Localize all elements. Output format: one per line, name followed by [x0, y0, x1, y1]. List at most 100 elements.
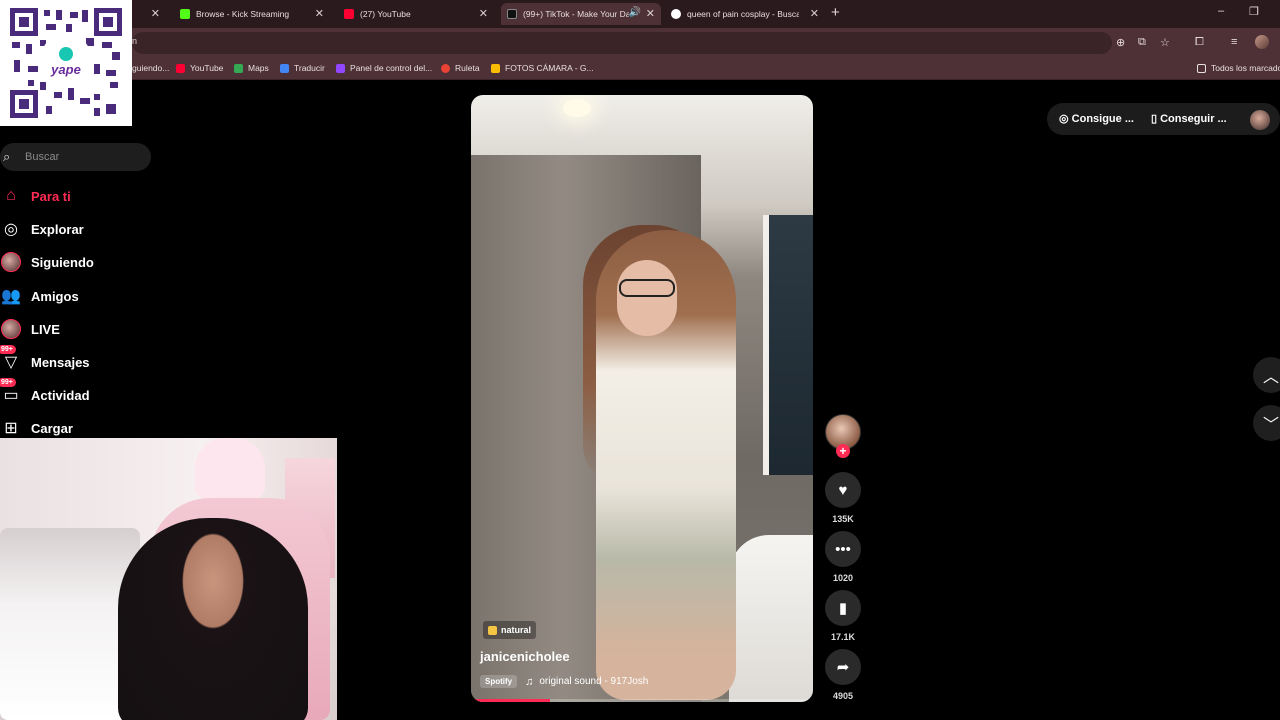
effect-icon — [488, 625, 497, 635]
tab-title: Browse - Kick Streaming — [196, 9, 290, 19]
bookmark-item[interactable]: guiendo... — [132, 63, 169, 73]
previous-video-button[interactable]: ︿ — [1253, 357, 1280, 393]
sidebar-item-cargar[interactable]: ⊞ Cargar — [0, 416, 150, 440]
sidebar-item-explorar[interactable]: ◎ Explorar — [0, 217, 150, 241]
cast-icon[interactable]: ⧉ — [1138, 36, 1146, 49]
browser-toolbar: n ⊕ ⧉ ☆ ⧠ ≡ — [0, 28, 1280, 58]
avatar — [1, 252, 21, 272]
sidebar-item-label: Mensajes — [31, 354, 90, 370]
webcam-overlay — [0, 438, 337, 720]
qr-code-overlay: yape — [0, 0, 132, 126]
close-icon[interactable]: ✕ — [810, 7, 819, 20]
bookmarks-bar: guiendo... YouTube Maps Traducir Panel d… — [0, 58, 1280, 80]
video-player[interactable]: natural janicenicholee Spotify ♫ origina… — [471, 95, 813, 702]
sound-title: original sound - 917Josh — [539, 676, 649, 687]
video-author[interactable]: janicenicholee — [480, 649, 570, 664]
media-icon[interactable]: ≡ — [1231, 36, 1237, 48]
sidebar-item-siguiendo[interactable]: Siguiendo — [0, 250, 150, 274]
music-note-icon: ♫ — [525, 675, 534, 688]
address-bar[interactable]: n — [132, 32, 1112, 54]
roulette-icon — [441, 63, 450, 73]
sidebar-item-amigos[interactable]: 👥 Amigos — [0, 284, 150, 308]
tab-title: queen of pain cosplay - Buscar — [687, 9, 799, 19]
next-video-button[interactable]: ﹀ — [1253, 405, 1280, 441]
avatar — [1, 319, 21, 339]
chevron-up-icon: ︿ — [1263, 369, 1280, 386]
address-text: n — [132, 36, 138, 46]
close-icon[interactable]: ✕ — [315, 7, 324, 20]
sidebar-item-label: LIVE — [31, 321, 60, 337]
restore-button[interactable]: ❐ — [1249, 5, 1259, 18]
youtube-icon — [176, 63, 185, 73]
twitch-icon — [336, 63, 345, 73]
close-icon[interactable]: ✕ — [151, 7, 160, 20]
browser-tab-google[interactable]: queen of pain cosplay - Buscar ✕ — [665, 3, 825, 25]
profile-avatar[interactable] — [1255, 35, 1269, 49]
new-tab-button[interactable]: + — [831, 4, 840, 21]
search-icon: ⌕ — [3, 149, 11, 164]
sidebar-item-live[interactable]: LIVE — [0, 317, 150, 341]
heart-icon: ♥ — [838, 481, 848, 499]
tiktok-icon — [507, 9, 517, 19]
notification-badge: 99+ — [0, 378, 16, 387]
top-actions: ◎ Consigue ... ▯ Conseguir ... — [1047, 103, 1280, 135]
sidebar-item-label: Explorar — [31, 221, 84, 237]
speaker-icon[interactable]: 🔊 — [629, 7, 641, 18]
bookmark-item[interactable]: Traducir — [280, 63, 325, 73]
translate-icon — [280, 63, 289, 73]
extensions-icon[interactable]: ⧠ — [1195, 36, 1204, 49]
like-button[interactable]: ♥ — [825, 472, 861, 508]
get-app-button[interactable]: ▯ Conseguir ... — [1151, 112, 1227, 125]
qr-code-icon: yape — [10, 8, 122, 118]
webcam-streamer — [118, 518, 308, 720]
bookmark-icon: ▮ — [838, 600, 848, 617]
bookmark-item[interactable]: FOTOS CÁMARA - G... — [491, 63, 594, 73]
bookmark-item[interactable]: Maps — [234, 63, 269, 73]
browser-tab-tiktok[interactable]: (99+) TikTok - Make Your Da 🔊 ✕ — [501, 3, 661, 25]
spotify-badge[interactable]: Spotify — [480, 675, 518, 688]
browser-tab-youtube[interactable]: (27) YouTube ✕ — [338, 3, 494, 25]
close-icon[interactable]: ✕ — [646, 7, 655, 20]
sidebar-item-mensajes[interactable]: ▽ 99+ Mensajes — [0, 345, 150, 374]
notification-badge: 99+ — [0, 345, 16, 354]
home-icon: ⌂ — [6, 187, 16, 204]
save-button[interactable]: ▮ — [825, 590, 861, 626]
comment-count: 1020 — [832, 573, 854, 583]
star-icon[interactable]: ☆ — [1160, 36, 1170, 49]
compass-icon: ◎ — [4, 221, 18, 238]
sidebar-item-actividad[interactable]: ▭ 99+ Actividad — [0, 378, 150, 407]
all-bookmarks[interactable]: Todos los marcadores — [1197, 63, 1280, 73]
follow-plus-icon[interactable]: + — [836, 444, 850, 458]
google-icon — [671, 9, 681, 19]
bookmark-item[interactable]: Panel de control del... — [336, 63, 432, 73]
bookmark-item[interactable]: YouTube — [176, 63, 223, 73]
upload-icon: ⊞ — [4, 420, 18, 437]
sidebar-item-para-ti[interactable]: ⌂ Para ti — [0, 184, 150, 208]
sound-row[interactable]: Spotify ♫ original sound - 917Josh — [480, 675, 648, 688]
zoom-icon[interactable]: ⊕ — [1116, 36, 1125, 49]
effect-tag[interactable]: natural — [483, 621, 537, 639]
browser-tab-kick[interactable]: Browse - Kick Streaming ✕ — [174, 3, 330, 25]
youtube-icon — [344, 9, 354, 19]
bathtub — [729, 535, 813, 702]
search-input[interactable]: ⌕ Buscar — [0, 143, 151, 171]
get-coins-button[interactable]: ◎ Consigue ... — [1059, 112, 1134, 125]
bookmark-item[interactable]: Ruleta — [441, 63, 480, 73]
phone-icon: ▯ — [1151, 113, 1161, 125]
share-count: 4905 — [832, 691, 854, 701]
save-count: 17.1K — [830, 632, 856, 642]
browser-tabstrip: ✕ Browse - Kick Streaming ✕ (27) YouTube… — [0, 0, 1280, 28]
share-button[interactable]: ➦ — [825, 649, 861, 685]
minimize-button[interactable]: – — [1218, 5, 1224, 17]
comment-button[interactable]: ••• — [825, 531, 861, 567]
close-icon[interactable]: ✕ — [479, 7, 488, 20]
video-progress-bar[interactable] — [471, 699, 813, 702]
inbox-icon: ▭ 99+ — [0, 378, 22, 406]
user-avatar[interactable] — [1250, 110, 1270, 130]
search-placeholder: Buscar — [25, 151, 60, 163]
sidebar-item-label: Amigos — [31, 288, 79, 304]
webcam-bunny-ears — [195, 438, 265, 498]
folder-icon — [1197, 63, 1206, 73]
maps-icon — [234, 63, 243, 73]
glasses-icon — [619, 279, 675, 297]
